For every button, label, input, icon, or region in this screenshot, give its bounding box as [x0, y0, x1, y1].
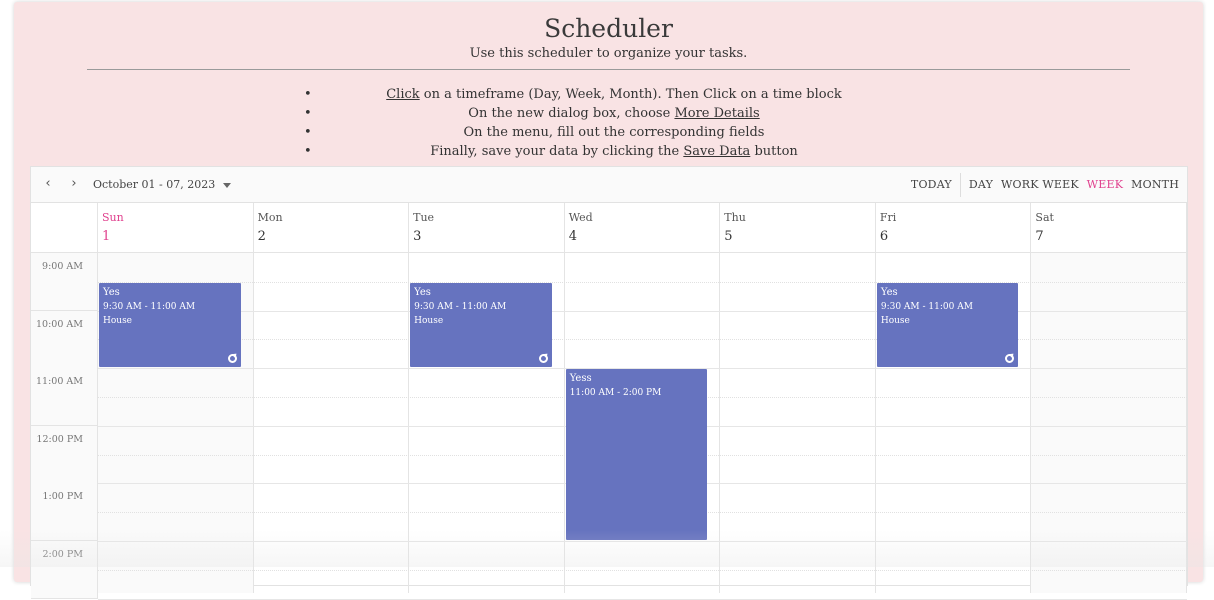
- day-header-sun[interactable]: Sun 1: [98, 203, 254, 253]
- day-column[interactable]: [720, 253, 876, 593]
- scheduler: ‹ › October 01 - 07, 2023 TODAY DAY WORK W…: [30, 166, 1188, 600]
- day-header-mon[interactable]: Mon 2: [253, 203, 410, 253]
- day-name: Tue: [413, 211, 435, 224]
- instruction-item: • On the menu, fill out the corresponding…: [304, 123, 924, 142]
- day-name: Sat: [1035, 211, 1054, 224]
- bullet: •: [304, 125, 312, 140]
- view-work-week-button[interactable]: WORK WEEK: [1001, 178, 1079, 191]
- time-label: 11:00 AM: [36, 376, 83, 388]
- instructions-list: • Click on a timeframe (Day, Week, Month)…: [304, 85, 924, 161]
- day-number[interactable]: 4: [569, 229, 577, 244]
- instruction-text: Finally, save your data by clicking the: [430, 144, 684, 159]
- day-name: Sun: [102, 211, 124, 224]
- half-hour-line: [98, 339, 1187, 341]
- page-subtitle: Use this scheduler to organize your task…: [469, 46, 748, 61]
- day-number[interactable]: 3: [413, 229, 421, 244]
- day-name: Mon: [257, 211, 283, 224]
- view-month-button[interactable]: MONTH: [1131, 178, 1179, 191]
- bullet: •: [304, 106, 312, 121]
- day-number[interactable]: 1: [102, 229, 110, 244]
- recurrence-icon: [227, 354, 237, 364]
- chevron-left-icon[interactable]: ‹: [41, 177, 55, 191]
- hour-line: [98, 310, 1187, 312]
- day-header-wed[interactable]: Wed 4: [564, 203, 721, 253]
- calendar-event[interactable]: Yes 9:30 AM - 11:00 AM House: [99, 282, 241, 368]
- instruction-text: On the new dialog box, choose: [468, 106, 675, 121]
- event-title: Yes: [103, 286, 120, 298]
- scheduler-panel: Scheduler Use this scheduler to organize…: [14, 2, 1203, 600]
- time-label: 10:00 AM: [36, 318, 83, 330]
- event-time: 11:00 AM - 2:00 PM: [569, 388, 662, 399]
- time-label: 1:00 PM: [42, 491, 83, 503]
- date-range-label: October 01 - 07, 2023: [93, 178, 216, 191]
- instruction-link[interactable]: Save Data: [683, 144, 750, 159]
- chevron-right-icon[interactable]: ›: [67, 177, 81, 191]
- instruction-text: button: [750, 144, 798, 159]
- bullet: •: [304, 87, 312, 102]
- scheduler-toolbar: ‹ › October 01 - 07, 2023 TODAY DAY WORK W…: [31, 167, 1187, 203]
- time-label: 9:00 AM: [42, 261, 83, 272]
- day-header-tue[interactable]: Tue 3: [409, 203, 565, 253]
- instruction-link[interactable]: More Details: [674, 106, 759, 121]
- date-range-picker[interactable]: October 01 - 07, 2023: [93, 178, 232, 191]
- hour-line: [98, 598, 1187, 600]
- instruction-text: On the menu, fill out the corresponding …: [463, 125, 765, 140]
- gutter-header: [31, 203, 98, 253]
- day-header-thu[interactable]: Thu 5: [720, 203, 876, 253]
- time-slot-label: 11:00 AM: [31, 368, 98, 427]
- day-column[interactable]: [1031, 253, 1187, 593]
- day-column[interactable]: [254, 253, 410, 593]
- view-today-button[interactable]: TODAY: [911, 178, 952, 191]
- instruction-link[interactable]: Click: [386, 87, 419, 102]
- recurrence-icon: [1005, 354, 1015, 364]
- event-time: 9:30 AM - 11:00 AM: [103, 301, 196, 312]
- time-label: 2:00 PM: [42, 549, 83, 560]
- time-slot-label: 1:00 PM: [31, 483, 98, 542]
- half-hour-line: [98, 281, 1187, 283]
- instruction-item: • Click on a timeframe (Day, Week, Month)…: [304, 85, 924, 104]
- view-day-button[interactable]: DAY: [969, 178, 993, 191]
- day-name: Thu: [724, 211, 746, 224]
- event-time: 9:30 AM - 11:00 AM: [414, 301, 507, 312]
- hour-line: [98, 541, 1187, 542]
- instruction-text: on a timeframe (Day, Week, Month). Then …: [419, 87, 842, 102]
- event-title: Yess: [569, 373, 592, 385]
- view-switcher: TODAY DAY WORK WEEK WEEK MONTH: [903, 173, 1179, 197]
- day-header-fri[interactable]: Fri 6: [875, 203, 1032, 253]
- caret-down-icon: [223, 182, 232, 188]
- event-time: 9:30 AM - 11:00 AM: [880, 301, 973, 312]
- toolbar-separator: [959, 173, 961, 197]
- event-location: House: [880, 315, 910, 326]
- time-slot-label: 12:00 PM: [31, 425, 98, 484]
- time-label: 12:00 PM: [36, 433, 83, 445]
- event-title: Yes: [880, 286, 898, 298]
- recurrence-icon: [538, 354, 548, 364]
- day-number[interactable]: 7: [1035, 229, 1043, 244]
- event-location: House: [414, 315, 444, 326]
- day-header-sat[interactable]: Sat 7: [1031, 203, 1187, 253]
- divider: [87, 69, 1130, 70]
- calendar-event[interactable]: Yess 11:00 AM - 2:00 PM: [565, 369, 708, 540]
- time-slot-label: 10:00 AM: [31, 310, 98, 369]
- instruction-item: • On the new dialog box, choose More Deta…: [304, 104, 924, 123]
- event-location: House: [103, 315, 133, 326]
- bullet: •: [304, 144, 312, 159]
- time-slot-label: 2:00 PM: [31, 541, 98, 599]
- view-week-button[interactable]: WEEK: [1087, 178, 1123, 191]
- calendar-event[interactable]: Yes 9:30 AM - 11:00 AM House: [410, 282, 552, 368]
- instruction-item: • Finally, save your data by clicking the…: [304, 142, 924, 161]
- page-title: Scheduler: [544, 14, 673, 43]
- time-slot-label: 9:00 AM: [31, 253, 98, 311]
- calendar-event[interactable]: Yes 9:30 AM - 11:00 AM House: [876, 282, 1019, 368]
- day-number[interactable]: 5: [724, 229, 732, 244]
- day-number[interactable]: 6: [880, 229, 888, 244]
- day-name: Wed: [568, 211, 593, 224]
- day-name: Fri: [879, 211, 897, 224]
- day-number[interactable]: 2: [258, 229, 266, 244]
- event-title: Yes: [414, 286, 431, 298]
- half-hour-line: [98, 569, 1187, 571]
